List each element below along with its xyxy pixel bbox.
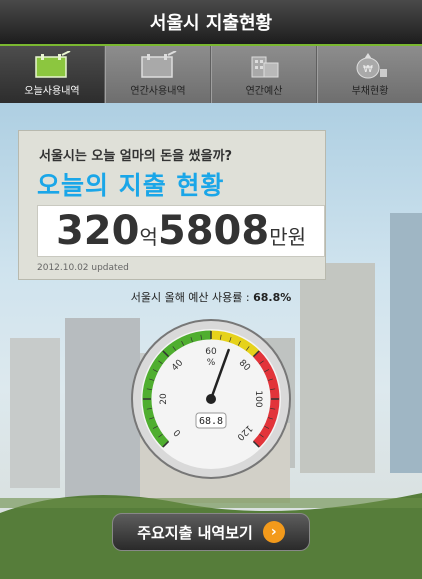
gauge-dial: 020406080100120%68.8 — [131, 319, 291, 479]
tab-today[interactable]: 오늘사용내역 — [0, 46, 105, 103]
today-spending-card: 서울시는 오늘 얼마의 돈을 썼을까? 오늘의 지출 현황 320 억 5808… — [18, 130, 326, 280]
tab-year-label: 연간사용내역 — [130, 86, 186, 97]
gauge-value-text: 68.8 — [199, 416, 223, 427]
gauge-tick-label: 60 — [205, 347, 217, 357]
budget-usage-ratio: 서울시 올해 예산 사용률 : 68.8% — [0, 289, 422, 305]
today-calendar-icon — [35, 51, 71, 78]
tab-bar: 오늘사용내역 연간사용내역 연간예산 ₩ 부채현황 — [0, 46, 422, 103]
unit-eok: 억 — [139, 225, 158, 249]
app-title: 서울시 지출현황 — [149, 13, 273, 34]
unit-manwon: 만원 — [269, 225, 307, 249]
gauge-tick-label: 100 — [253, 390, 263, 407]
money-bag-icon: ₩ — [356, 53, 387, 79]
updated-date: 2012.10.02 updated — [37, 263, 129, 273]
svg-text:₩: ₩ — [363, 64, 373, 75]
spending-amount: 320 억 5808 만원 — [37, 205, 325, 257]
budget-usage-value: 68.8% — [253, 291, 292, 304]
tab-year[interactable]: 연간사용내역 — [105, 46, 211, 103]
gauge-hub — [206, 394, 216, 404]
tab-budget-label: 연간예산 — [245, 86, 283, 97]
budget-building-icon — [251, 56, 279, 78]
cta-label: 주요지출 내역보기 — [137, 523, 253, 542]
tab-debt[interactable]: ₩ 부채현황 — [317, 46, 422, 103]
amount-hundred-million: 320 — [55, 208, 140, 254]
tab-today-label: 오늘사용내역 — [24, 86, 80, 97]
amount-ten-thousand: 5808 — [157, 208, 270, 254]
year-calendar-icon — [141, 51, 177, 78]
city-background: 서울시는 오늘 얼마의 돈을 썼을까? 오늘의 지출 현황 320 억 5808… — [0, 103, 422, 579]
app-title-bar: 서울시 지출현황 — [0, 0, 422, 46]
view-major-spending-button[interactable]: 주요지출 내역보기 › — [112, 513, 310, 551]
gauge-unit-label: % — [207, 358, 216, 368]
card-headline: 오늘의 지출 현황 — [37, 171, 225, 200]
card-question: 서울시는 오늘 얼마의 돈을 썼을까? — [39, 149, 233, 164]
gauge-tick-label: 20 — [159, 393, 169, 405]
tab-debt-label: 부채현황 — [351, 86, 389, 97]
tab-budget[interactable]: 연간예산 — [211, 46, 317, 103]
budget-usage-label: 서울시 올해 예산 사용률 : — [130, 291, 254, 304]
budget-gauge: 0 20 40 60 80 100 120% 68.8 — [130, 318, 292, 484]
arrow-right-icon: › — [262, 521, 285, 543]
